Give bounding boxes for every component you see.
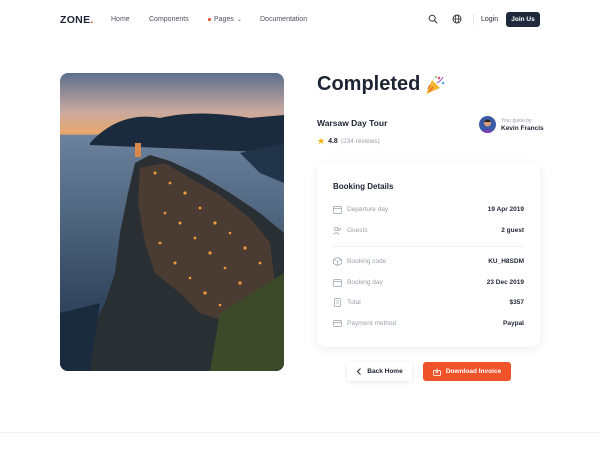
- receipt-icon: [334, 297, 341, 307]
- nav-link-pages[interactable]: Pages ⌄: [208, 16, 242, 23]
- party-popper-icon: [426, 75, 445, 94]
- divider: [333, 246, 524, 247]
- chevron-left-icon: [357, 368, 362, 375]
- nav-link-home[interactable]: Home: [111, 16, 130, 23]
- detail-value: 2 guest: [501, 226, 524, 234]
- nav-link-components[interactable]: Components: [149, 16, 189, 23]
- nav-link-documentation[interactable]: Documentation: [260, 16, 307, 23]
- nav-divider: [473, 14, 474, 25]
- card-title: Booking Details: [333, 182, 394, 191]
- login-link[interactable]: Login: [481, 16, 498, 23]
- guide-label: Your guide by: [501, 117, 532, 124]
- download-icon: [432, 368, 441, 376]
- navbar: ZONE. Home Components Pages ⌄ Documentat…: [0, 0, 600, 40]
- detail-value: Paypal: [503, 319, 524, 327]
- star-icon: ★: [317, 136, 326, 146]
- rating-value: 4.8: [328, 138, 338, 145]
- booking-details-card: Booking Details Departure day 19 Apr 201…: [317, 163, 540, 347]
- detail-value: KU_H8SDM: [488, 257, 524, 265]
- detail-row-booking-code: Booking code KU_H8SDM: [333, 255, 524, 267]
- detail-value: 23 Dec 2019: [486, 278, 524, 286]
- rating: ★ 4.8 (234 reviews): [317, 137, 380, 146]
- detail-value: 19 Apr 2019: [487, 205, 524, 213]
- nav-link-pages-label: Pages: [214, 16, 234, 23]
- logo[interactable]: ZONE.: [60, 14, 94, 26]
- detail-label: Total: [347, 298, 361, 306]
- download-invoice-label: Download Invoice: [445, 368, 502, 375]
- calendar-icon: [333, 278, 342, 287]
- title-row: Completed: [317, 73, 446, 96]
- detail-label: Departure day: [347, 205, 389, 213]
- chevron-down-icon: ⌄: [236, 17, 242, 23]
- detail-row-departure: Departure day 19 Apr 2019: [333, 203, 524, 215]
- hero-image: [60, 73, 284, 371]
- card-icon: [333, 319, 342, 327]
- detail-row-guests: Guests 2 guest: [333, 224, 524, 236]
- detail-label: Guests: [347, 226, 368, 234]
- back-home-button[interactable]: Back Home: [347, 362, 412, 381]
- detail-label: Booking code: [347, 257, 387, 265]
- review-count[interactable]: (234 reviews): [341, 138, 380, 145]
- detail-label: Payment method: [347, 319, 397, 327]
- detail-row-total: Total $357: [333, 296, 524, 308]
- page-title: Completed: [317, 73, 421, 95]
- detail-value: $357: [509, 298, 524, 306]
- detail-row-payment: Payment method Paypal: [333, 317, 524, 329]
- globe-icon[interactable]: [452, 14, 462, 24]
- detail-row-booking-day: Booking day 23 Dec 2019: [333, 276, 524, 288]
- calendar-icon: [333, 205, 342, 214]
- box-icon: [333, 256, 342, 266]
- tour-guide[interactable]: Your guide by Kevin Francis: [479, 116, 544, 133]
- active-dot: [208, 18, 211, 21]
- avatar: [479, 116, 496, 133]
- tour-name: Warsaw Day Tour: [317, 118, 388, 128]
- guide-name: Kevin Francis: [501, 124, 544, 132]
- join-us-button[interactable]: Join Us: [506, 12, 540, 27]
- back-home-label: Back Home: [367, 368, 403, 375]
- detail-label: Booking day: [347, 278, 383, 286]
- search-icon[interactable]: [428, 14, 438, 24]
- users-icon: [333, 226, 342, 235]
- download-invoice-button[interactable]: Download Invoice: [423, 362, 511, 381]
- footer-divider: [0, 432, 600, 433]
